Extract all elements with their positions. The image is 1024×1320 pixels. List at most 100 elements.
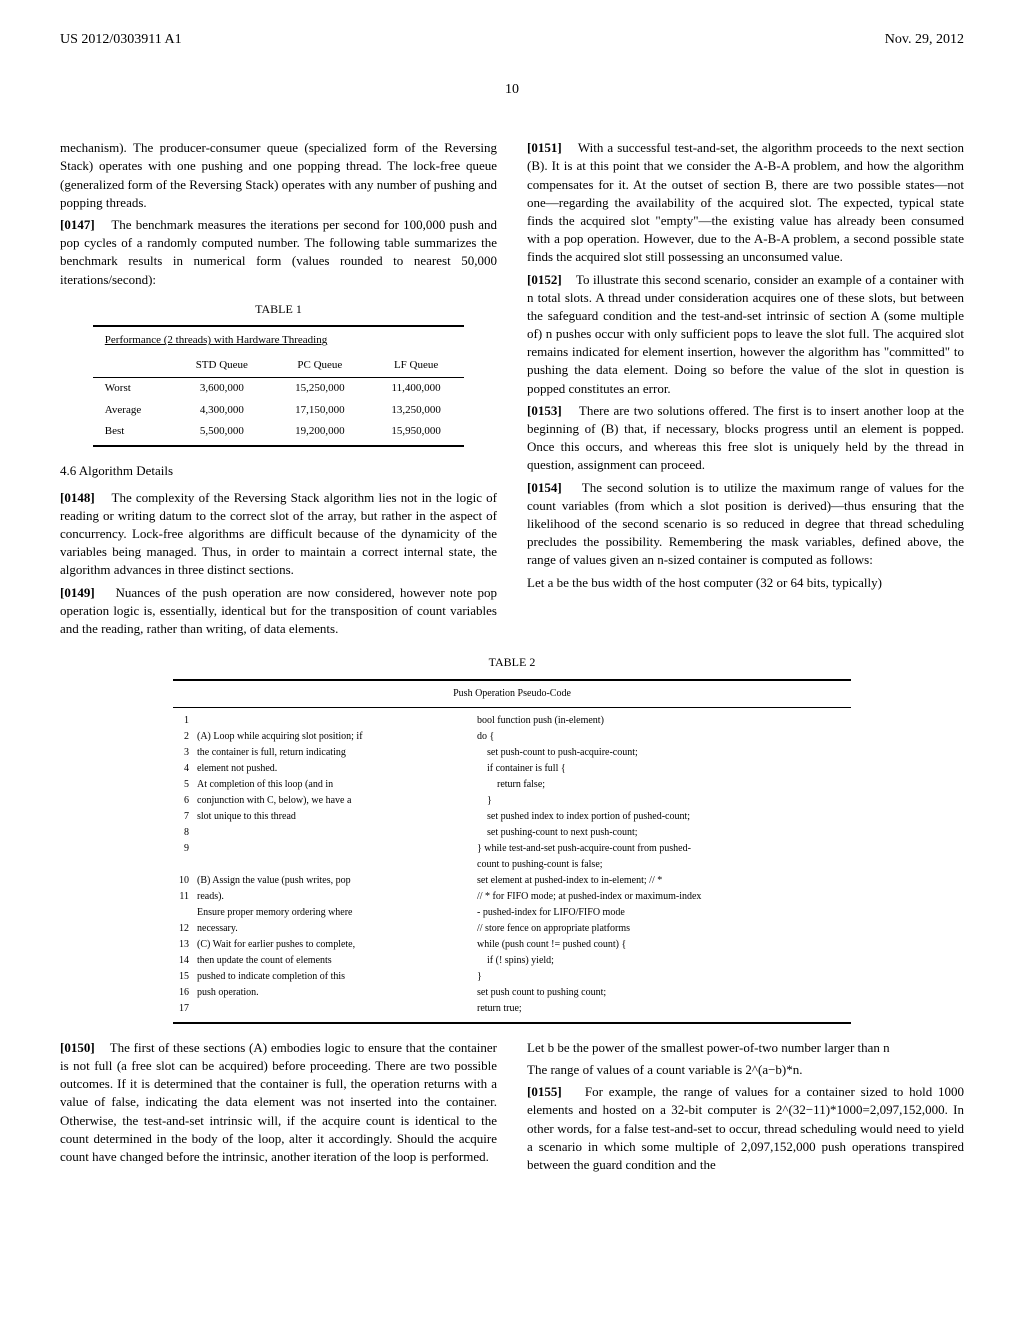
line-number: 3 [173, 745, 193, 761]
table2-container: TABLE 2 Push Operation Pseudo-Code 1bool… [60, 654, 964, 1024]
description-cell: (C) Wait for earlier pushes to complete, [193, 937, 473, 953]
description-cell: element not pushed. [193, 761, 473, 777]
description-cell: necessary. [193, 921, 473, 937]
paragraph-text: [0151] With a successful test-and-set, t… [527, 139, 964, 266]
line-number: 9 [173, 841, 193, 857]
table-row: 1 bool function push (in-element) [173, 707, 851, 729]
line-number: 12 [173, 921, 193, 937]
code-cell: if (! spins) yield; [473, 953, 851, 969]
paragraph-number: [0154] [527, 480, 562, 495]
line-number: 7 [173, 809, 193, 825]
bottom-right-column: Let b be the power of the smallest power… [527, 1039, 964, 1178]
line-number: 11 [173, 889, 193, 905]
description-cell: At completion of this loop (and in [193, 777, 473, 793]
paragraph-number: [0153] [527, 403, 562, 418]
paragraph-number: [0148] [60, 490, 95, 505]
code-cell: } while test-and-set push-acquire-count … [473, 841, 851, 857]
paragraph-number: [0155] [527, 1084, 562, 1099]
table-row: 16push operation.set push count to pushi… [173, 985, 851, 1001]
code-cell: set push count to pushing count; [473, 985, 851, 1001]
description-cell: (A) Loop while acquiring slot position; … [193, 729, 473, 745]
code-cell: // store fence on appropriate platforms [473, 921, 851, 937]
table-cell: 5,500,000 [172, 421, 272, 446]
page-header: US 2012/0303911 A1 Nov. 29, 2012 [60, 30, 964, 50]
paragraph-number: [0151] [527, 140, 562, 155]
table1-subtitle: Performance (2 threads) with Hardware Th… [93, 326, 464, 354]
table-row: count to pushing-count is false; [173, 857, 851, 873]
code-cell: - pushed-index for LIFO/FIFO mode [473, 905, 851, 921]
table-row: 10(B) Assign the value (push writes, pop… [173, 873, 851, 889]
paragraph-body: There are two solutions offered. The fir… [527, 403, 964, 473]
code-cell: } [473, 969, 851, 985]
line-number: 8 [173, 825, 193, 841]
paragraph-text: mechanism). The producer-consumer queue … [60, 139, 497, 212]
table-cell: Best [93, 421, 172, 446]
table-cell: 19,200,000 [272, 421, 368, 446]
paragraph-body: The complexity of the Reversing Stack al… [60, 490, 497, 578]
description-cell: reads). [193, 889, 473, 905]
table1-title: TABLE 1 [60, 301, 497, 318]
paragraph-text: [0147] The benchmark measures the iterat… [60, 216, 497, 289]
code-cell: if container is full { [473, 761, 851, 777]
line-number: 15 [173, 969, 193, 985]
table-cell: 4,300,000 [172, 400, 272, 421]
description-cell [193, 1001, 473, 1023]
description-cell [193, 825, 473, 841]
paragraph-text: [0154] The second solution is to utilize… [527, 479, 964, 570]
code-cell: do { [473, 729, 851, 745]
description-cell [193, 857, 473, 873]
table-row: Best 5,500,000 19,200,000 15,950,000 [93, 421, 464, 446]
line-number: 14 [173, 953, 193, 969]
paragraph-number: [0152] [527, 272, 562, 287]
line-number [173, 905, 193, 921]
paragraph-number: [0149] [60, 585, 95, 600]
table-header [93, 355, 172, 378]
paragraph-body: The first of these sections (A) embodies… [60, 1040, 497, 1164]
bottom-left-column: [0150] The first of these sections (A) e… [60, 1039, 497, 1178]
code-cell: set pushed index to index portion of pus… [473, 809, 851, 825]
paragraph-number: [0150] [60, 1040, 95, 1055]
paragraph-body: The benchmark measures the iterations pe… [60, 217, 497, 287]
table-cell: 15,950,000 [368, 421, 464, 446]
table-row: 15pushed to indicate completion of this} [173, 969, 851, 985]
code-cell: return true; [473, 1001, 851, 1023]
code-cell: } [473, 793, 851, 809]
table-row: 9 } while test-and-set push-acquire-count… [173, 841, 851, 857]
description-cell: the container is full, return indicating [193, 745, 473, 761]
left-column: mechanism). The producer-consumer queue … [60, 139, 497, 642]
section-heading: 4.6 Algorithm Details [60, 462, 497, 480]
table-header-row: STD Queue PC Queue LF Queue [93, 355, 464, 378]
table-cell: Average [93, 400, 172, 421]
paragraph-body: The second solution is to utilize the ma… [527, 480, 964, 568]
table-row: 12necessary.// store fence on appropriat… [173, 921, 851, 937]
table-header: PC Queue [272, 355, 368, 378]
table-row: 17return true; [173, 1001, 851, 1023]
table-row: 2(A) Loop while acquiring slot position;… [173, 729, 851, 745]
table-cell: 15,250,000 [272, 378, 368, 400]
table-header: STD Queue [172, 355, 272, 378]
paragraph-text: [0149] Nuances of the push operation are… [60, 584, 497, 639]
table-row: 3the container is full, return indicatin… [173, 745, 851, 761]
paragraph-text: Let a be the bus width of the host compu… [527, 574, 964, 592]
table-cell: 11,400,000 [368, 378, 464, 400]
table-row: Worst 3,600,000 15,250,000 11,400,000 [93, 378, 464, 400]
line-number: 16 [173, 985, 193, 1001]
paragraph-body: With a successful test-and-set, the algo… [527, 140, 964, 264]
table-cell: Worst [93, 378, 172, 400]
description-cell: then update the count of elements [193, 953, 473, 969]
description-cell: push operation. [193, 985, 473, 1001]
main-columns: mechanism). The producer-consumer queue … [60, 139, 964, 642]
code-cell: count to pushing-count is false; [473, 857, 851, 873]
line-number: 1 [173, 707, 193, 729]
line-number: 10 [173, 873, 193, 889]
code-cell: return false; [473, 777, 851, 793]
code-cell: set element at pushed-index to in-elemen… [473, 873, 851, 889]
paragraph-text: [0153] There are two solutions offered. … [527, 402, 964, 475]
description-cell: conjunction with C, below), we have a [193, 793, 473, 809]
table-row: 7slot unique to this thread set pushed i… [173, 809, 851, 825]
table-row: 6conjunction with C, below), we have a } [173, 793, 851, 809]
table-row: 5At completion of this loop (and in retu… [173, 777, 851, 793]
line-number: 5 [173, 777, 193, 793]
table-cell: 17,150,000 [272, 400, 368, 421]
code-cell: bool function push (in-element) [473, 707, 851, 729]
